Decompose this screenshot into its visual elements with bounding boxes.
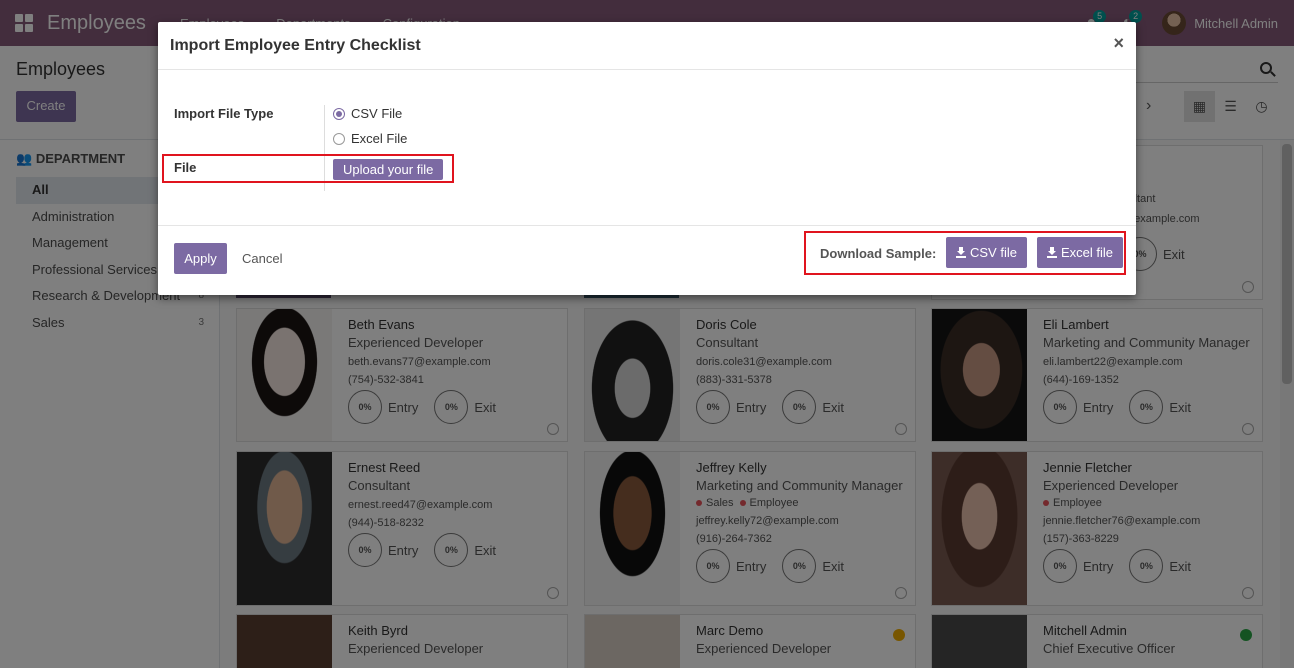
radio-csv-label[interactable]: CSV File	[351, 106, 402, 121]
radio-excel-file[interactable]: Excel File	[333, 131, 407, 146]
radio-csv-file[interactable]: CSV File	[333, 106, 402, 121]
radio-csv-icon[interactable]	[333, 107, 345, 120]
modal-title: Import Employee Entry Checklist	[170, 37, 421, 54]
import-file-type-label: Import File Type	[174, 106, 274, 121]
cancel-button[interactable]: Cancel	[242, 243, 282, 274]
modal-body: Import File Type CSV File Excel File Fil…	[158, 70, 1136, 226]
close-icon[interactable]: ×	[1113, 33, 1124, 54]
apply-button[interactable]: Apply	[174, 243, 227, 274]
download-excel-button[interactable]: Excel file	[1037, 237, 1124, 268]
modal-footer: Apply Cancel Download Sample: CSV file E…	[158, 225, 1136, 295]
radio-excel-label[interactable]: Excel File	[351, 131, 407, 146]
download-csv-button[interactable]: CSV file	[946, 237, 1027, 268]
import-checklist-dialog: Import Employee Entry Checklist × Import…	[158, 22, 1136, 295]
download-excel-label: Excel file	[1061, 245, 1114, 260]
file-row-highlight	[162, 154, 454, 183]
radio-excel-icon[interactable]	[333, 132, 345, 145]
download-icon	[1047, 247, 1057, 258]
download-csv-label: CSV file	[970, 245, 1017, 260]
download-icon	[956, 247, 966, 258]
modal-header: Import Employee Entry Checklist ×	[158, 22, 1136, 70]
download-sample-label: Download Sample:	[820, 246, 937, 261]
